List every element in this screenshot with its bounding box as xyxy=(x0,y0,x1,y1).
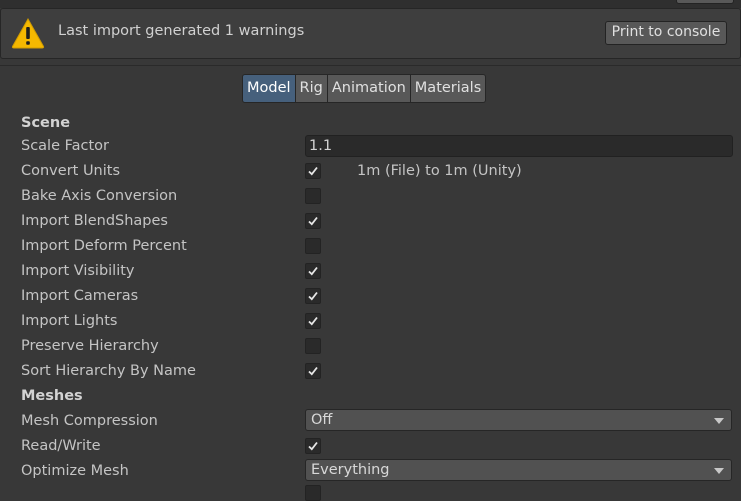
print-to-console-button[interactable]: Print to console xyxy=(605,21,727,45)
top-strip xyxy=(0,0,741,8)
importer-tab-bar: Model Rig Animation Materials xyxy=(242,74,487,103)
caret-down-icon xyxy=(714,468,724,474)
import-deform-percent-checkbox[interactable] xyxy=(305,238,321,254)
import-lights-checkbox[interactable] xyxy=(305,313,321,329)
mesh-compression-dropdown[interactable]: Off xyxy=(305,409,732,431)
optimize-mesh-value: Everything xyxy=(311,462,390,478)
scale-factor-label: Scale Factor xyxy=(21,138,110,154)
sort-hierarchy-label: Sort Hierarchy By Name xyxy=(21,363,196,379)
convert-units-info: 1m (File) to 1m (Unity) xyxy=(357,163,522,179)
checkmark-icon xyxy=(308,291,318,301)
bake-axis-conversion-label: Bake Axis Conversion xyxy=(21,188,178,204)
checkmark-icon xyxy=(308,166,318,176)
sort-hierarchy-checkbox[interactable] xyxy=(305,363,321,379)
mesh-compression-label: Mesh Compression xyxy=(21,413,158,429)
preserve-hierarchy-label: Preserve Hierarchy xyxy=(21,338,159,354)
read-write-checkbox[interactable] xyxy=(305,438,321,454)
checkmark-icon xyxy=(308,366,318,376)
import-visibility-label: Import Visibility xyxy=(21,263,135,279)
section-divider xyxy=(0,65,741,66)
top-toolbar-button[interactable] xyxy=(676,0,734,4)
scene-section-header: Scene xyxy=(21,115,71,131)
checkmark-icon xyxy=(308,216,318,226)
preserve-hierarchy-checkbox[interactable] xyxy=(305,338,321,354)
import-cameras-label: Import Cameras xyxy=(21,288,139,304)
import-visibility-checkbox[interactable] xyxy=(305,263,321,279)
convert-units-checkbox[interactable] xyxy=(305,163,321,179)
read-write-label: Read/Write xyxy=(21,438,101,454)
next-option-checkbox[interactable] xyxy=(305,485,321,501)
checkmark-icon xyxy=(308,316,318,326)
import-cameras-checkbox[interactable] xyxy=(305,288,321,304)
meshes-section-header: Meshes xyxy=(21,388,83,404)
import-lights-label: Import Lights xyxy=(21,313,118,329)
checkmark-icon xyxy=(308,266,318,276)
warning-message: Last import generated 1 warnings xyxy=(58,23,305,39)
tab-model[interactable]: Model xyxy=(242,74,296,103)
import-blendshapes-label: Import BlendShapes xyxy=(21,213,168,229)
caret-down-icon xyxy=(714,418,724,424)
optimize-mesh-dropdown[interactable]: Everything xyxy=(305,459,732,481)
mesh-compression-value: Off xyxy=(311,412,333,428)
import-blendshapes-checkbox[interactable] xyxy=(305,213,321,229)
warning-icon xyxy=(11,17,45,49)
checkmark-icon xyxy=(308,441,318,451)
bake-axis-conversion-checkbox[interactable] xyxy=(305,188,321,204)
tab-materials[interactable]: Materials xyxy=(410,74,487,103)
tab-animation[interactable]: Animation xyxy=(327,74,411,103)
import-warning-box: Last import generated 1 warnings Print t… xyxy=(0,8,741,59)
convert-units-label: Convert Units xyxy=(21,163,121,179)
tab-rig[interactable]: Rig xyxy=(295,74,328,103)
scale-factor-field[interactable]: 1.1 xyxy=(305,135,733,157)
import-deform-percent-label: Import Deform Percent xyxy=(21,238,187,254)
optimize-mesh-label: Optimize Mesh xyxy=(21,463,129,479)
